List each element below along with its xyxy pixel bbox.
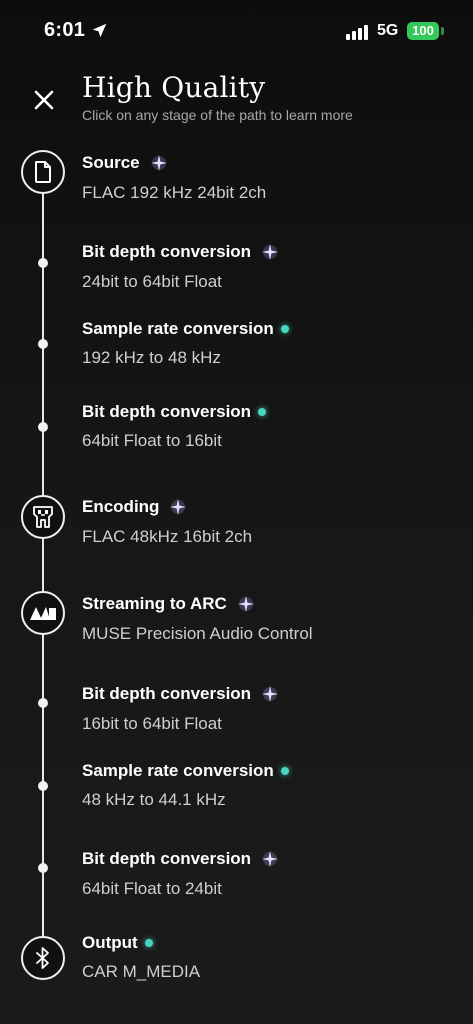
stage-detail: 24bit to 64bit Float bbox=[82, 272, 222, 291]
timeline-dot[interactable] bbox=[38, 698, 48, 708]
timeline-dot[interactable] bbox=[38, 258, 48, 268]
page-subtitle: Click on any stage of the path to learn … bbox=[82, 107, 353, 123]
battery-nub bbox=[441, 27, 444, 35]
output-node[interactable] bbox=[21, 936, 65, 980]
arc-logo-icon bbox=[30, 607, 56, 620]
close-icon bbox=[34, 90, 54, 110]
stage-bit-depth-conversion[interactable]: Bit depth conversion 64bit Float to 16bi… bbox=[82, 402, 267, 451]
teal-status-dot bbox=[280, 767, 289, 775]
stage-detail: FLAC 48kHz 16bit 2ch bbox=[82, 527, 253, 546]
page-title: High Quality bbox=[82, 71, 266, 104]
cellular-signal-icon bbox=[346, 24, 370, 40]
stage-title: Output bbox=[82, 933, 138, 952]
stage-detail: 64bit Float to 24bit bbox=[82, 879, 222, 898]
sparkle-icon bbox=[262, 244, 279, 260]
stage-bit-depth-conversion[interactable]: Bit depth conversion 24bit to 64bit Floa… bbox=[82, 241, 281, 292]
stage-bit-depth-conversion[interactable]: Bit depth conversion 64bit Float to 24bi… bbox=[82, 848, 281, 899]
encoding-node[interactable] bbox=[21, 495, 65, 539]
sparkle-icon bbox=[237, 596, 254, 612]
stage-detail: 192 kHz to 48 kHz bbox=[82, 348, 221, 367]
stage-bit-depth-conversion[interactable]: Bit depth conversion 16bit to 64bit Floa… bbox=[82, 683, 281, 734]
stage-detail: 16bit to 64bit Float bbox=[82, 714, 222, 733]
stage-detail: FLAC 192 kHz 24bit 2ch bbox=[82, 183, 267, 202]
stage-detail: MUSE Precision Audio Control bbox=[82, 624, 313, 643]
stage-streaming-to-arc[interactable]: Streaming to ARC MUSE Precision Audio Co… bbox=[82, 593, 313, 644]
teal-status-dot bbox=[144, 939, 153, 947]
stage-title: Sample rate conversion bbox=[82, 761, 274, 780]
status-time: 6:01 bbox=[44, 19, 86, 41]
timeline-dot[interactable] bbox=[38, 863, 48, 873]
stage-sample-rate-conversion[interactable]: Sample rate conversion 192 kHz to 48 kHz bbox=[82, 319, 289, 368]
stage-title: Bit depth conversion bbox=[82, 402, 252, 421]
location-arrow-icon bbox=[92, 23, 107, 38]
stage-source[interactable]: Source FLAC 192 kHz 24bit 2ch bbox=[82, 152, 266, 203]
sparkle-icon bbox=[150, 155, 167, 171]
stage-title: Bit depth conversion bbox=[82, 684, 252, 703]
source-node[interactable] bbox=[21, 150, 65, 194]
stage-title: Bit depth conversion bbox=[82, 849, 252, 868]
path-timeline-line bbox=[42, 172, 44, 960]
document-icon bbox=[35, 161, 51, 183]
close-button[interactable] bbox=[28, 84, 60, 116]
sparkle-icon bbox=[170, 499, 187, 515]
stage-detail: 64bit Float to 16bit bbox=[82, 431, 222, 450]
stage-title: Bit depth conversion bbox=[82, 242, 252, 261]
timeline-dot[interactable] bbox=[38, 422, 48, 432]
stage-encoding[interactable]: Encoding FLAC 48kHz 16bit 2ch bbox=[82, 496, 252, 547]
stage-title: Streaming to ARC bbox=[82, 594, 227, 613]
stage-title: Source bbox=[82, 153, 140, 172]
teal-status-dot bbox=[280, 325, 289, 333]
stage-detail: CAR M_MEDIA bbox=[82, 962, 201, 981]
network-type: 5G bbox=[377, 22, 399, 39]
timeline-dot[interactable] bbox=[38, 339, 48, 349]
timeline-dot[interactable] bbox=[38, 781, 48, 791]
stage-detail: 48 kHz to 44.1 kHz bbox=[82, 790, 226, 809]
stage-output[interactable]: Output CAR M_MEDIA bbox=[82, 933, 200, 982]
sparkle-icon bbox=[262, 686, 279, 702]
stage-sample-rate-conversion[interactable]: Sample rate conversion 48 kHz to 44.1 kH… bbox=[82, 761, 289, 810]
chip-icon bbox=[33, 506, 53, 528]
battery-icon: 100 bbox=[407, 22, 439, 40]
streaming-node[interactable] bbox=[21, 591, 65, 635]
stage-title: Encoding bbox=[82, 497, 160, 516]
status-bar: 6:01 5G 100 bbox=[0, 0, 473, 60]
sparkle-icon bbox=[262, 851, 279, 867]
bluetooth-icon bbox=[36, 947, 49, 969]
teal-status-dot bbox=[258, 408, 267, 416]
stage-title: Sample rate conversion bbox=[82, 319, 274, 338]
